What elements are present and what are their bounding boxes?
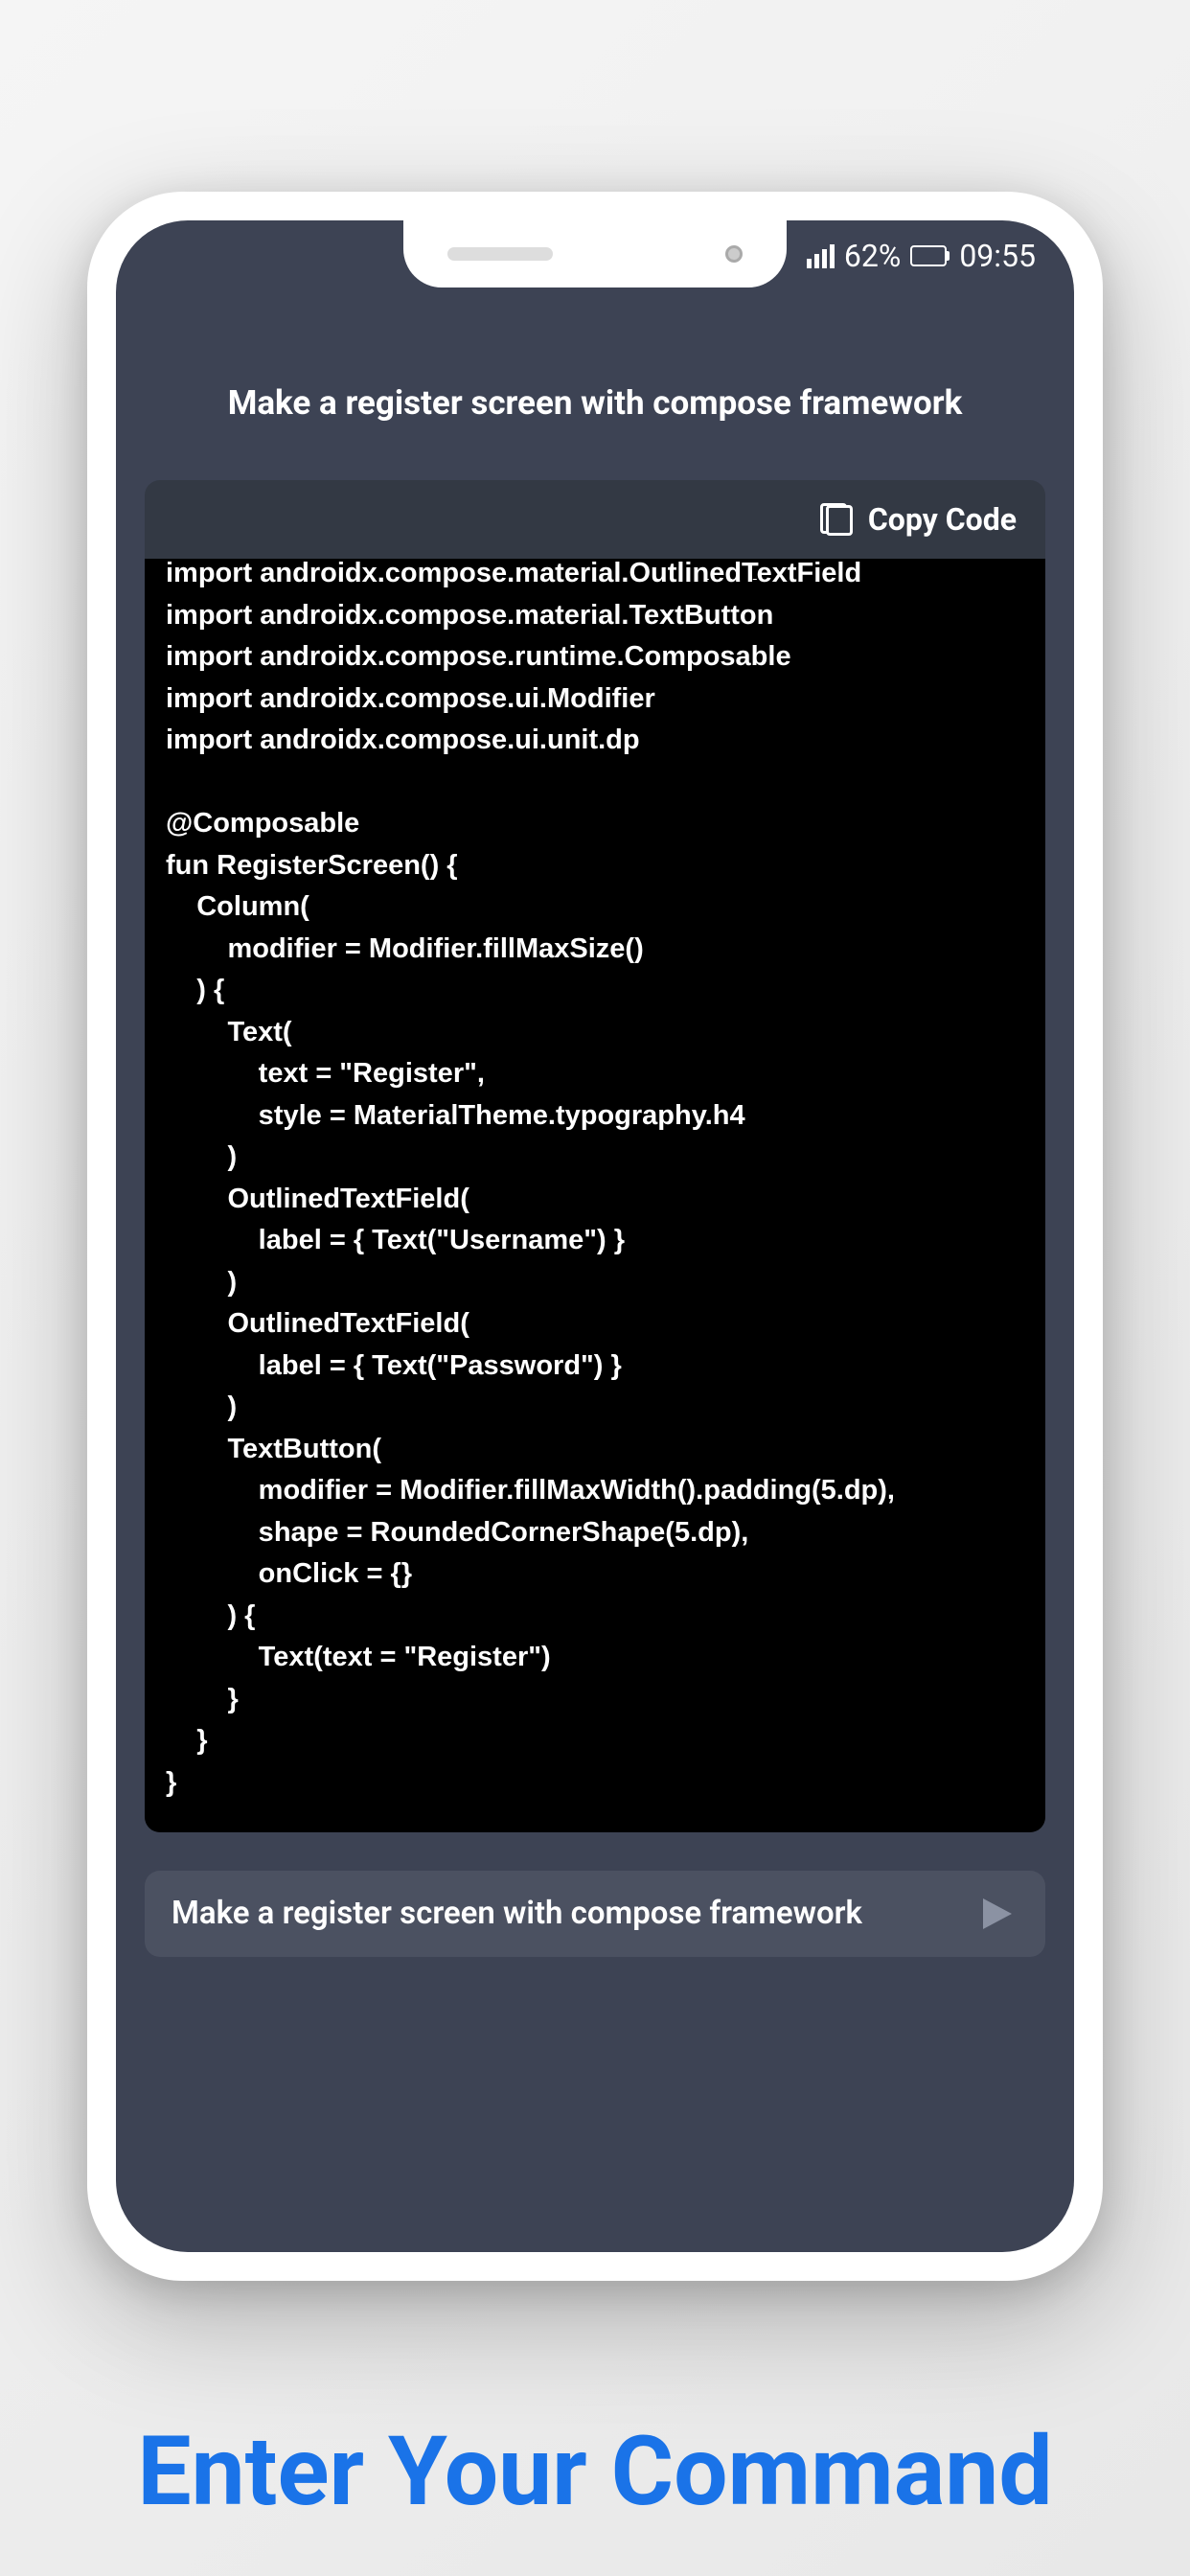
copy-code-label: Copy Code — [868, 501, 1017, 538]
status-time: 09:55 — [959, 238, 1036, 274]
copy-code-button[interactable]: Copy Code — [145, 480, 1045, 559]
app-content: Make a register screen with compose fram… — [116, 220, 1074, 2252]
copy-icon — [820, 503, 853, 536]
code-block[interactable]: import androidx.compose.material.Materia… — [145, 559, 1045, 1832]
signal-icon — [807, 244, 835, 268]
battery-percent: 62% — [844, 238, 901, 274]
command-input-bar[interactable]: Make a register screen with compose fram… — [145, 1871, 1045, 1957]
command-input[interactable]: Make a register screen with compose fram… — [172, 1892, 957, 1936]
code-panel: Copy Code import androidx.compose.materi… — [145, 480, 1045, 1832]
status-bar: 62% 09:55 — [807, 238, 1036, 274]
phone-frame: 62% 09:55 Make a register screen with co… — [87, 192, 1103, 2281]
send-icon — [983, 1898, 1012, 1929]
battery-icon — [910, 245, 950, 266]
speaker-grille — [447, 247, 553, 261]
front-camera — [725, 245, 743, 263]
phone-screen: 62% 09:55 Make a register screen with co… — [116, 220, 1074, 2252]
send-button[interactable] — [976, 1893, 1018, 1935]
prompt-title: Make a register screen with compose fram… — [145, 383, 1045, 480]
code-text: import androidx.compose.material.Outline… — [166, 559, 895, 1798]
page-caption: Enter Your Command — [137, 2415, 1052, 2530]
phone-notch — [403, 220, 787, 288]
